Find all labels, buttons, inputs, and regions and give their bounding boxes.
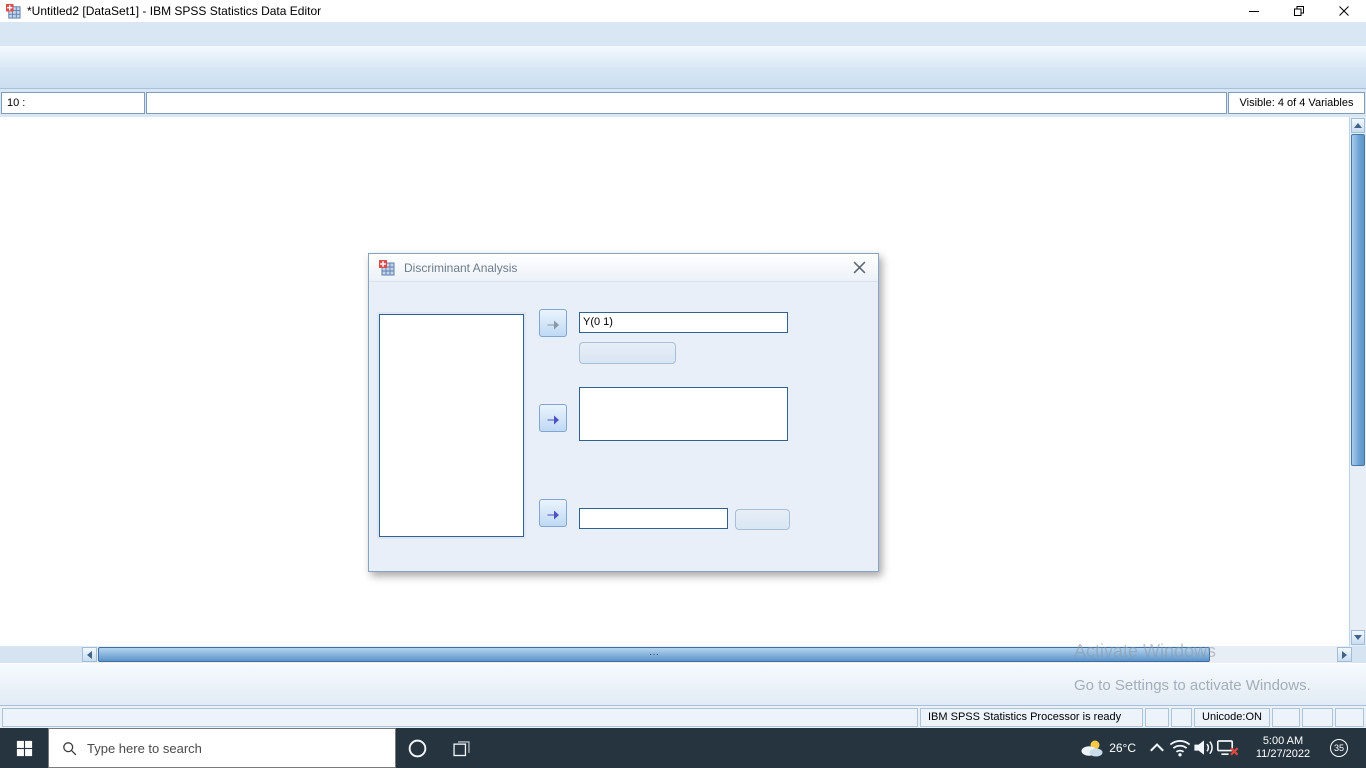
title-bar: *Untitled2 [DataSet1] - IBM SPSS Statist… bbox=[0, 0, 1366, 22]
cell-editor[interactable] bbox=[146, 92, 1227, 114]
dialog-title: Discriminant Analysis bbox=[404, 261, 517, 275]
wifi-icon[interactable] bbox=[1168, 738, 1192, 757]
visible-variables-label: Visible: 4 of 4 Variables bbox=[1228, 92, 1365, 114]
notification-center-button[interactable]: 35 bbox=[1326, 739, 1360, 757]
selection-variable-field[interactable] bbox=[579, 508, 728, 529]
move-selection-arrow-button[interactable] bbox=[539, 499, 567, 527]
activate-windows-hint: Go to Settings to activate Windows. bbox=[1074, 677, 1311, 694]
status-bar: IBM SPSS Statistics Processor is ready U… bbox=[0, 705, 1366, 728]
dialog-close-icon[interactable] bbox=[853, 261, 868, 276]
cast-disconnected-icon[interactable] bbox=[1216, 738, 1240, 757]
move-grouping-arrow-button[interactable] bbox=[539, 309, 567, 337]
window-controls bbox=[1231, 0, 1366, 22]
window-title: *Untitled2 [DataSet1] - IBM SPSS Statist… bbox=[27, 4, 321, 18]
clock[interactable]: 5:00 AM 11/27/2022 bbox=[1246, 735, 1320, 761]
horizontal-scroll-thumb[interactable] bbox=[98, 647, 1210, 662]
start-button[interactable] bbox=[0, 728, 48, 768]
menu-file[interactable] bbox=[2, 30, 26, 38]
cortana-button[interactable] bbox=[396, 728, 438, 768]
dialog-spss-icon bbox=[378, 259, 395, 276]
weather-icon[interactable] bbox=[1079, 737, 1105, 759]
scroll-right-arrow[interactable] bbox=[1337, 647, 1352, 662]
status-message: IBM SPSS Statistics Processor is ready bbox=[920, 708, 1143, 727]
vertical-scroll-thumb[interactable] bbox=[1351, 134, 1365, 466]
scroll-up-arrow[interactable] bbox=[1351, 118, 1365, 133]
activate-windows-watermark: Activate Windows bbox=[1074, 641, 1216, 662]
grouping-variable-field[interactable]: Y(0 1) bbox=[579, 312, 788, 333]
source-variable-list[interactable] bbox=[379, 314, 524, 537]
search-placeholder: Type here to search bbox=[87, 741, 202, 756]
status-segment bbox=[2, 708, 918, 727]
temperature-label[interactable]: 26°C bbox=[1109, 741, 1136, 755]
chevron-up-icon[interactable] bbox=[1146, 737, 1168, 759]
status-segment bbox=[1302, 708, 1333, 727]
cell-reference: 10 : bbox=[1, 92, 145, 114]
move-independents-arrow-button[interactable] bbox=[539, 404, 567, 432]
status-segment bbox=[1335, 708, 1364, 727]
toolbar bbox=[0, 46, 1366, 89]
dialog-title-bar[interactable]: Discriminant Analysis bbox=[369, 254, 878, 282]
clock-time: 5:00 AM bbox=[1246, 735, 1320, 748]
windows-logo-icon bbox=[15, 739, 34, 758]
minimize-button[interactable] bbox=[1231, 0, 1276, 22]
notification-count-badge: 35 bbox=[1330, 739, 1348, 757]
task-view-icon bbox=[451, 738, 472, 759]
cell-reference-bar: 10 : Visible: 4 of 4 Variables bbox=[0, 89, 1366, 117]
search-icon bbox=[61, 740, 78, 757]
unicode-status: Unicode:ON bbox=[1194, 708, 1270, 727]
status-segment bbox=[1171, 708, 1192, 727]
cortana-icon bbox=[406, 737, 429, 760]
independents-list[interactable] bbox=[579, 387, 788, 441]
close-button[interactable] bbox=[1321, 0, 1366, 22]
value-button[interactable] bbox=[735, 509, 790, 530]
vertical-scrollbar[interactable] bbox=[1349, 117, 1366, 646]
restore-button[interactable] bbox=[1276, 0, 1321, 22]
scroll-left-arrow[interactable] bbox=[82, 647, 97, 662]
status-segment bbox=[1272, 708, 1300, 727]
taskbar-search-box[interactable]: Type here to search bbox=[48, 728, 396, 768]
discriminant-analysis-dialog: Discriminant Analysis Y(0 1) bbox=[368, 253, 879, 572]
windows-taskbar: Type here to search 26°C 5:00 AM 11/27/2… bbox=[0, 728, 1366, 768]
system-tray: 26°C 5:00 AM 11/27/2022 35 bbox=[1079, 728, 1366, 768]
menu-bar bbox=[0, 22, 1366, 46]
spss-app-icon bbox=[5, 3, 21, 19]
speaker-icon[interactable] bbox=[1192, 738, 1216, 757]
define-range-button[interactable] bbox=[579, 342, 676, 364]
status-segment bbox=[1145, 708, 1169, 727]
scroll-down-arrow[interactable] bbox=[1351, 630, 1365, 645]
task-view-button[interactable] bbox=[438, 728, 484, 768]
clock-date: 11/27/2022 bbox=[1246, 748, 1320, 761]
